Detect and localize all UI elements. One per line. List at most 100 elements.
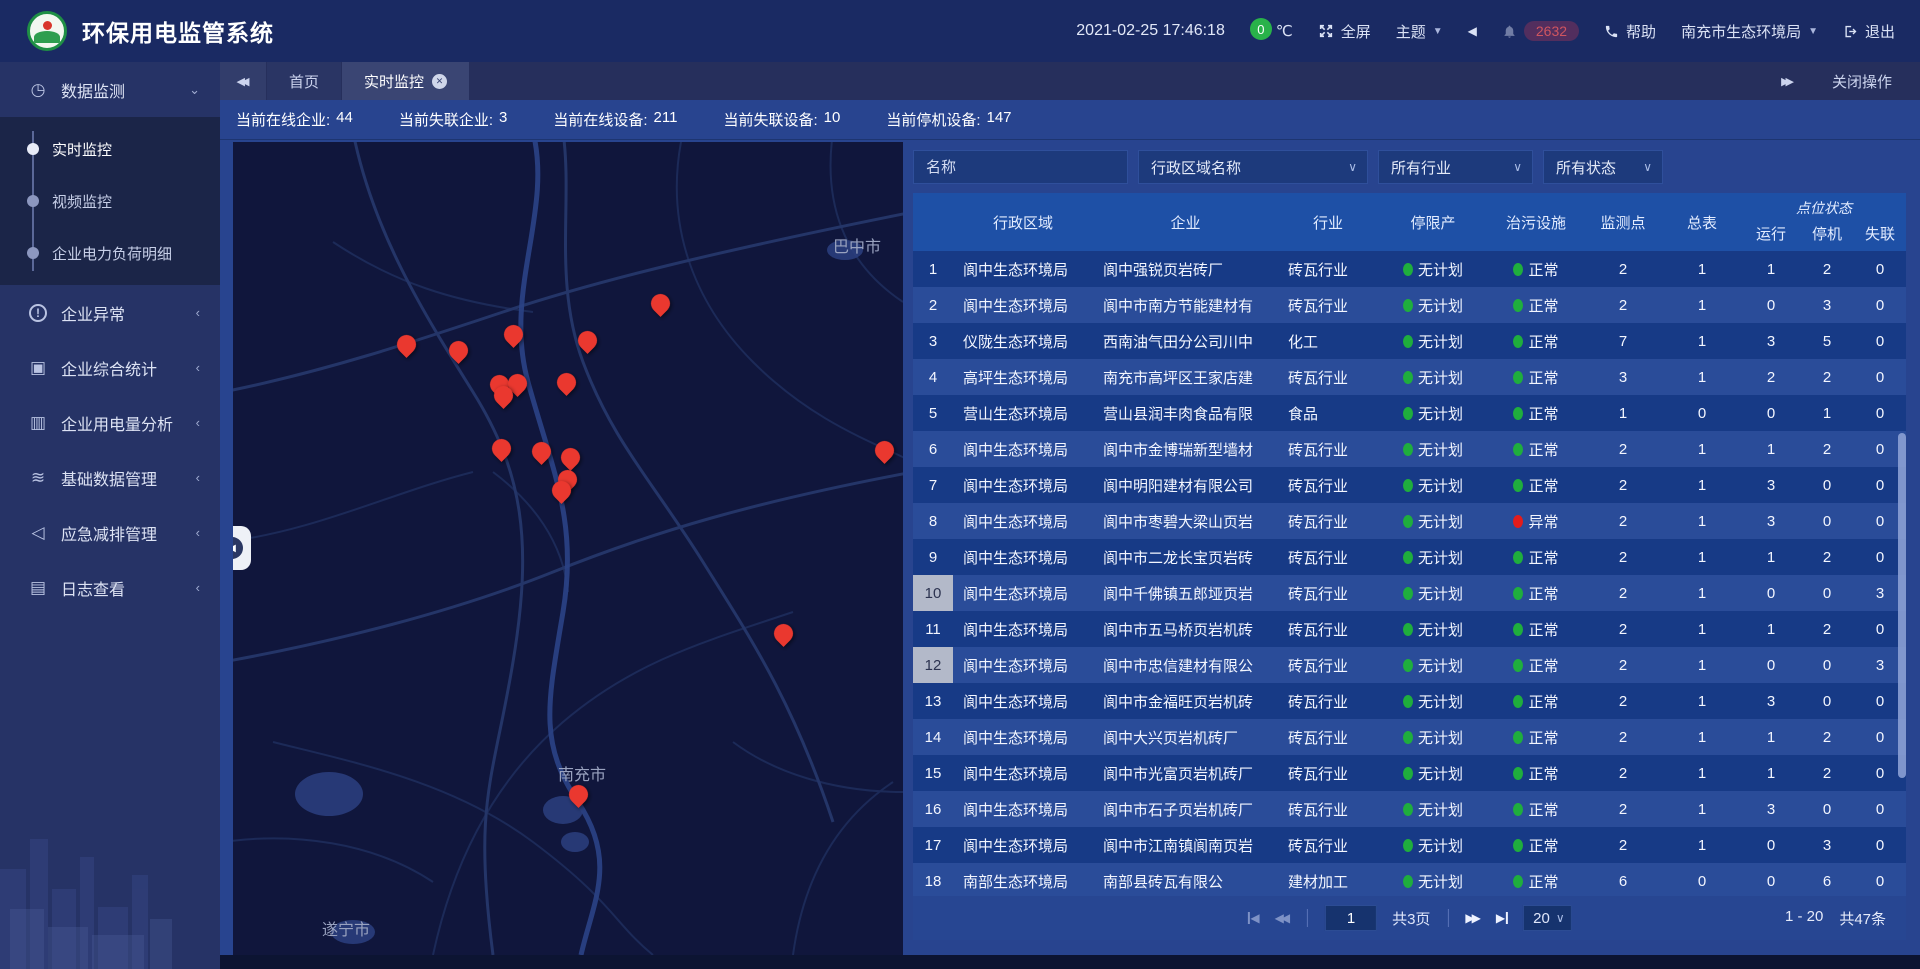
tabs-scroll-right-button[interactable]: ▶▶ [1781, 75, 1794, 88]
cell-running: 0 [1742, 405, 1800, 422]
sidebar-subitem-enterprise-power-load-detail[interactable]: 企业电力负荷明细 [0, 227, 220, 279]
table-row[interactable]: 8阆中生态环境局阆中市枣碧大梁山页岩砖瓦行业无计划异常21300 [913, 503, 1906, 539]
cell-total-meters: 1 [1662, 657, 1742, 674]
tab-close-icon[interactable]: ✕ [432, 74, 447, 89]
sidebar-item-power-usage-analysis[interactable]: ▥企业用电量分析‹ [0, 395, 220, 450]
app-title: 环保用电监管系统 [82, 14, 274, 48]
table-row[interactable]: 3仪陇生态环境局西南油气田分公司川中化工无计划正常71350 [913, 323, 1906, 359]
cell-limit-status-label: 无计划 [1418, 547, 1463, 568]
tabs-scroll-left-button[interactable]: ◀◀ [220, 62, 266, 100]
cell-treatment-status-label: 正常 [1528, 439, 1558, 460]
fullscreen-icon [1318, 23, 1334, 39]
table-row[interactable]: 7阆中生态环境局阆中明阳建材有限公司砖瓦行业无计划正常21300 [913, 467, 1906, 503]
sidebar-item-label: 应急减排管理 [61, 521, 157, 545]
table-row[interactable]: 13阆中生态环境局阆中市金福旺页岩机砖砖瓦行业无计划正常21300 [913, 683, 1906, 719]
table-row[interactable]: 4高坪生态环境局南充市高坪区王家店建砖瓦行业无计划正常31220 [913, 359, 1906, 395]
cell-total-meters: 1 [1662, 585, 1742, 602]
region-select[interactable]: 行政区域名称 ∨ [1138, 150, 1368, 184]
status-dot-green [1513, 299, 1523, 312]
cell-treatment-status: 正常 [1488, 763, 1584, 784]
table-row[interactable]: 14阆中生态环境局阆中大兴页岩机砖厂砖瓦行业无计划正常21120 [913, 719, 1906, 755]
sidebar-subitem-realtime-monitoring[interactable]: 实时监控 [0, 123, 220, 175]
app-root: 环保用电监管系统 2021-02-25 17:46:18 0 ℃ 全屏 主题 ▼ [0, 0, 1920, 969]
map-collapse-handle[interactable]: ◀ [233, 526, 251, 570]
cell-monitor-points: 2 [1584, 441, 1662, 458]
sidebar-item-log-view[interactable]: ▤日志查看‹ [0, 560, 220, 615]
table-row[interactable]: 15阆中生态环境局阆中市光富页岩机砖厂砖瓦行业无计划正常21120 [913, 755, 1906, 791]
prev-page-button[interactable]: ◀◀ [1275, 912, 1290, 924]
cell-row-number: 2 [913, 287, 953, 323]
cell-limit-status-label: 无计划 [1418, 871, 1463, 892]
status-dot-green [1403, 839, 1413, 852]
stats-bar: 当前在线企业:44当前失联企业:3当前在线设备:211当前失联设备:10当前停机… [220, 100, 1920, 140]
sidebar-item-basic-data-management[interactable]: ≋基础数据管理‹ [0, 450, 220, 505]
map-panel[interactable]: 巴中市南充市遂宁市 ◀ [233, 142, 903, 955]
table-row[interactable]: 11阆中生态环境局阆中市五马桥页岩机砖砖瓦行业无计划正常21120 [913, 611, 1906, 647]
tab-realtime-monitoring[interactable]: 实时监控 ✕ [342, 62, 469, 100]
tab-bar-right: ▶▶ 关闭操作 [1781, 62, 1920, 100]
table-row[interactable]: 5营山生态环境局营山县润丰肉食品有限食品无计划正常10010 [913, 395, 1906, 431]
table-row[interactable]: 12阆中生态环境局阆中市忠信建材有限公砖瓦行业无计划正常21003 [913, 647, 1906, 683]
cell-running: 1 [1742, 549, 1800, 566]
notification-bell[interactable]: 2632 [1502, 21, 1579, 41]
last-page-button[interactable]: ▶ [1496, 912, 1508, 924]
column-header-index [913, 193, 953, 251]
current-page-input[interactable] [1325, 905, 1377, 931]
table-row[interactable]: 10阆中生态环境局阆中千佛镇五郎垭页岩砖瓦行业无计划正常21003 [913, 575, 1906, 611]
cell-limit-status: 无计划 [1378, 835, 1488, 856]
map-city-label: 巴中市 [833, 233, 881, 257]
cell-total-meters: 1 [1662, 765, 1742, 782]
cell-region: 阆中生态环境局 [953, 799, 1093, 820]
table-row[interactable]: 6阆中生态环境局阆中市金博瑞新型墙材砖瓦行业无计划正常21120 [913, 431, 1906, 467]
status-dot-green [1403, 623, 1413, 636]
cell-limit-status: 无计划 [1378, 547, 1488, 568]
table-row[interactable]: 17阆中生态环境局阆中市江南镇阆南页岩砖瓦行业无计划正常21030 [913, 827, 1906, 863]
table-scrollbar[interactable] [1898, 433, 1906, 778]
table-row[interactable]: 1阆中生态环境局阆中强锐页岩砖厂砖瓦行业无计划正常21120 [913, 251, 1906, 287]
sidebar-item-data-monitoring[interactable]: ◷数据监测⌄ [0, 62, 220, 117]
help-button[interactable]: 帮助 [1604, 21, 1656, 42]
cell-total-meters: 1 [1662, 729, 1742, 746]
sidebar-item-enterprise-statistics[interactable]: ▣企业综合统计‹ [0, 340, 220, 395]
stats-screen-icon: ▣ [27, 358, 49, 378]
page-size-select[interactable]: 20 ∨ [1523, 905, 1571, 931]
status-dot-green [1513, 407, 1523, 420]
cell-treatment-status: 正常 [1488, 655, 1584, 676]
close-operations-button[interactable]: 关闭操作 [1832, 71, 1892, 92]
status-dot-green [1513, 803, 1523, 816]
status-select[interactable]: 所有状态 ∨ [1543, 150, 1663, 184]
cell-limit-status-label: 无计划 [1418, 691, 1463, 712]
sidebar-subitem-label: 企业电力负荷明细 [52, 243, 172, 264]
table-row[interactable]: 9阆中生态环境局阆中市二龙长宝页岩砖砖瓦行业无计划正常21120 [913, 539, 1906, 575]
cell-treatment-status-label: 正常 [1528, 835, 1558, 856]
cell-industry: 建材加工 [1278, 871, 1378, 892]
sound-toggle-icon[interactable]: ◀ [1468, 24, 1477, 38]
cell-total-meters: 1 [1662, 333, 1742, 350]
pagination-controls: ◀ ◀◀ 共3页 ▶▶ ▶ [1247, 905, 1571, 931]
cell-region: 营山生态环境局 [953, 403, 1093, 424]
sidebar-item-emergency-reduction[interactable]: ◁应急减排管理‹ [0, 505, 220, 560]
cell-total-meters: 0 [1662, 873, 1742, 890]
column-header-treatment: 治污设施 [1488, 193, 1584, 251]
table-row[interactable]: 2阆中生态环境局阆中市南方节能建材有砖瓦行业无计划正常21030 [913, 287, 1906, 323]
tab-home[interactable]: 首页 [267, 62, 341, 100]
cell-treatment-status-label: 正常 [1528, 367, 1558, 388]
table-row[interactable]: 18南部生态环境局南部县砖瓦有限公建材加工无计划正常60060 [913, 863, 1906, 896]
name-filter-input[interactable] [913, 150, 1128, 184]
cell-stopped: 2 [1800, 261, 1854, 278]
table-row[interactable]: 16阆中生态环境局阆中市石子页岩机砖厂砖瓦行业无计划正常21300 [913, 791, 1906, 827]
next-page-button[interactable]: ▶▶ [1465, 912, 1480, 924]
sidebar-subitem-video-monitoring[interactable]: 视频监控 [0, 175, 220, 227]
tab-label: 实时监控 [364, 71, 424, 92]
organization-dropdown[interactable]: 南充市生态环境局 ▼ [1681, 21, 1818, 42]
sidebar-item-enterprise-abnormal[interactable]: !企业异常‹ [0, 285, 220, 340]
theme-dropdown[interactable]: 主题 ▼ [1396, 21, 1443, 42]
last-page-icon: ▶ [1496, 912, 1505, 924]
first-page-icon [1247, 912, 1249, 924]
first-page-button[interactable]: ◀ [1247, 912, 1259, 924]
fullscreen-button[interactable]: 全屏 [1318, 21, 1371, 42]
logout-button[interactable]: 退出 [1843, 21, 1895, 42]
total-pages-label: 共3页 [1392, 908, 1430, 929]
industry-select[interactable]: 所有行业 ∨ [1378, 150, 1533, 184]
cell-limit-status-label: 无计划 [1418, 475, 1463, 496]
